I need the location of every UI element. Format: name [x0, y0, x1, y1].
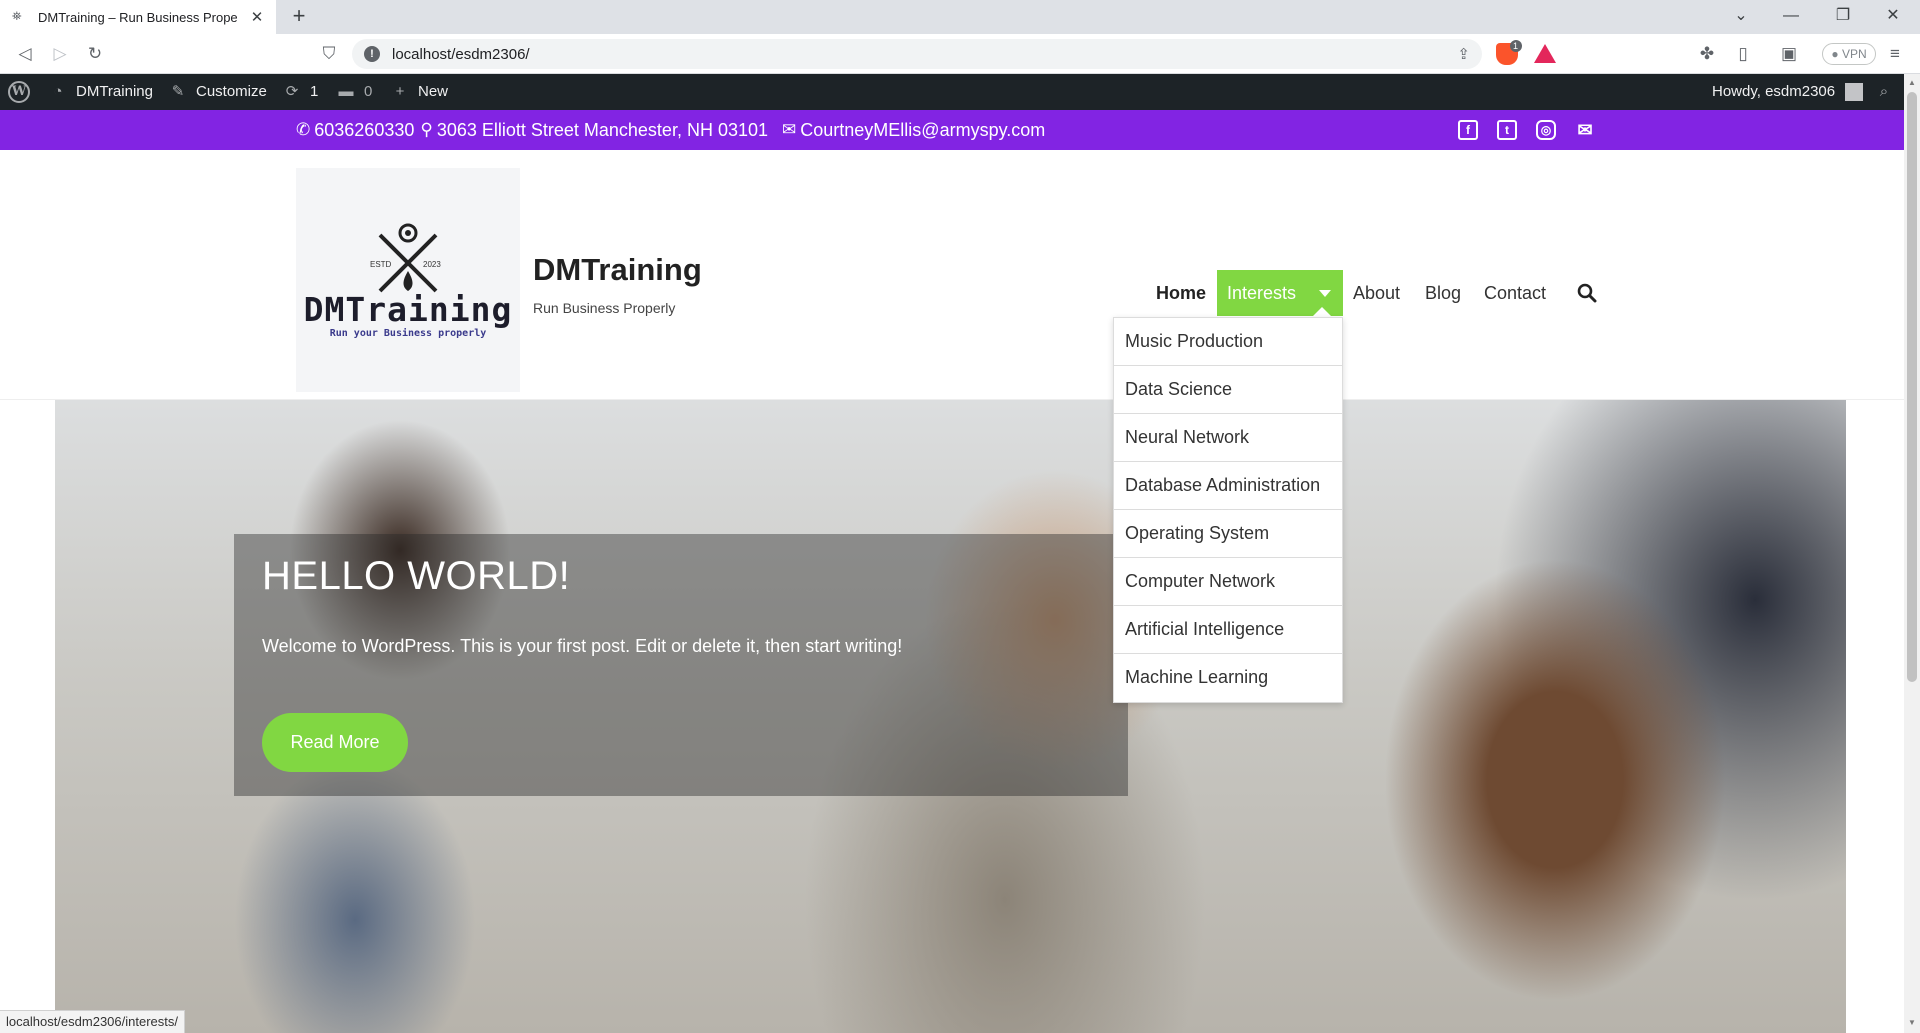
wordpress-logo-icon: W	[8, 81, 30, 103]
dropdown-item-machine-learning[interactable]: Machine Learning	[1114, 654, 1342, 702]
contact-top-bar: ✆ 6036260330 ⚲ 3063 Elliott Street Manch…	[0, 110, 1904, 150]
customize-link[interactable]: ✎ Customize	[168, 74, 267, 110]
logo-estd: ESTD	[370, 260, 392, 269]
hero-slider: HELLO WORLD! Welcome to WordPress. This …	[55, 400, 1846, 1033]
envelope-icon: ✉	[782, 120, 797, 139]
brave-rewards-icon[interactable]	[1534, 44, 1556, 63]
logo-year: 2023	[423, 260, 441, 269]
window-close-icon[interactable]: ✕	[1868, 0, 1918, 34]
minimize-icon[interactable]: —	[1766, 0, 1816, 34]
brush-icon: ✎	[171, 83, 185, 100]
howdy-greeting: Howdy, esdm2306	[1712, 83, 1836, 100]
tab-title: DMTraining – Run Business Prope	[38, 9, 238, 25]
hero-title: HELLO WORLD!	[262, 554, 571, 598]
site-title[interactable]: DMTraining	[533, 252, 702, 288]
dropdown-item-music-production[interactable]: Music Production	[1114, 318, 1342, 366]
extensions-icon[interactable]: ✤	[1694, 41, 1720, 67]
tab-search-icon[interactable]: ⌄	[1716, 0, 1766, 34]
search-icon[interactable]	[1577, 283, 1597, 303]
tab-close-icon[interactable]: ✕	[248, 8, 266, 26]
dropdown-item-neural-network[interactable]: Neural Network	[1114, 414, 1342, 462]
wallet-icon[interactable]: ▣	[1776, 41, 1802, 67]
page-scrollbar[interactable]: ▲ ▼	[1904, 74, 1920, 1033]
updates-count: 1	[310, 83, 319, 100]
customize-label: Customize	[196, 83, 267, 100]
email-address[interactable]: CourtneyMEllis@armyspy.com	[800, 120, 1045, 141]
admin-site-link[interactable]: ◔ DMTraining	[48, 74, 153, 110]
new-content-link[interactable]: + New	[390, 74, 448, 110]
address-bar[interactable]: ! localhost/esdm2306/ ⇪	[352, 39, 1482, 69]
scroll-thumb[interactable]	[1907, 92, 1917, 682]
nav-contact[interactable]: Contact	[1484, 270, 1546, 316]
plus-icon: +	[395, 83, 405, 100]
brave-shields-badge: 1	[1510, 40, 1522, 52]
phone-icon: ✆	[296, 120, 311, 139]
dropdown-item-artificial-intelligence[interactable]: Artificial Intelligence	[1114, 606, 1342, 654]
interests-dropdown: Music Production Data Science Neural Net…	[1113, 317, 1343, 703]
browser-tab[interactable]: ⛯ DMTraining – Run Business Prope ✕	[0, 0, 276, 34]
my-account-menu[interactable]: Howdy, esdm2306	[1712, 74, 1864, 110]
nav-interests-label: Interests	[1227, 283, 1297, 303]
contact-info: ✆ 6036260330 ⚲ 3063 Elliott Street Manch…	[296, 110, 1045, 150]
map-marker-icon: ⚲	[420, 120, 433, 139]
browser-toolbar: ◁ ▷ ↻ ⛉ ! localhost/esdm2306/ ⇪ 1 ✤ ▯ ▣ …	[0, 34, 1920, 74]
share-icon[interactable]: ⇪	[1457, 45, 1470, 63]
restore-icon[interactable]: ❐	[1818, 0, 1868, 34]
avatar	[1845, 83, 1864, 101]
dropdown-item-database-administration[interactable]: Database Administration	[1114, 462, 1342, 510]
scroll-up-icon[interactable]: ▲	[1907, 78, 1917, 88]
facebook-icon[interactable]: f	[1458, 120, 1478, 140]
wp-logo-menu[interactable]: W	[8, 74, 30, 110]
phone-number[interactable]: 6036260330	[314, 120, 414, 141]
nav-blog[interactable]: Blog	[1425, 270, 1461, 316]
new-tab-icon[interactable]: +	[286, 4, 312, 30]
wp-admin-bar: W ◔ DMTraining ✎ Customize ⟳ 1 ▬ 0 + New…	[0, 74, 1904, 110]
address: 3063 Elliott Street Manchester, NH 03101	[436, 119, 769, 140]
hero-text: Welcome to WordPress. This is your first…	[262, 636, 903, 656]
vpn-label: VPN	[1841, 47, 1867, 61]
updates-link[interactable]: ⟳ 1	[282, 74, 319, 110]
vpn-button[interactable]: ● VPN	[1822, 43, 1876, 65]
new-label: New	[418, 83, 449, 100]
admin-site-name: DMTraining	[76, 83, 153, 100]
back-icon[interactable]: ◁	[12, 41, 38, 67]
logo-tagline: Run your Business properly	[329, 328, 487, 339]
admin-search-icon[interactable]: ⌕	[1874, 74, 1902, 110]
magnifier-icon: ⌕	[1879, 83, 1889, 100]
logo-text: DMTraining	[303, 290, 513, 329]
site-info-icon[interactable]: !	[364, 46, 380, 62]
browser-menu-icon[interactable]: ≡	[1882, 41, 1908, 67]
comment-icon: ▬	[338, 83, 354, 100]
comments-link[interactable]: ▬ 0	[336, 74, 373, 110]
bookmark-icon[interactable]: ⛉	[316, 41, 342, 67]
read-more-button[interactable]: Read More	[262, 713, 408, 772]
updates-icon: ⟳	[285, 83, 299, 100]
reload-icon[interactable]: ↻	[82, 41, 108, 67]
url-text[interactable]: localhost/esdm2306/	[392, 46, 1457, 63]
scroll-down-icon[interactable]: ▼	[1907, 1018, 1917, 1028]
comments-count: 0	[364, 83, 373, 100]
link-status-bar: localhost/esdm2306/interests/	[0, 1010, 185, 1033]
dropdown-item-operating-system[interactable]: Operating System	[1114, 510, 1342, 558]
site-header: ESTD 2023 DMTraining Run your Business p…	[0, 150, 1904, 400]
site-logo[interactable]: ESTD 2023 DMTraining Run your Business p…	[296, 168, 520, 392]
dropdown-item-data-science[interactable]: Data Science	[1114, 366, 1342, 414]
dropdown-item-computer-network[interactable]: Computer Network	[1114, 558, 1342, 606]
nav-home[interactable]: Home	[1156, 270, 1206, 316]
browser-tab-bar: ⛯ DMTraining – Run Business Prope ✕ + ⌄ …	[0, 0, 1920, 34]
dropdown-caret-icon[interactable]	[1319, 290, 1331, 297]
nav-interests[interactable]: Interests	[1217, 270, 1343, 316]
dashboard-icon: ◔	[53, 83, 63, 100]
site-description: Run Business Properly	[533, 300, 676, 316]
forward-icon[interactable]: ▷	[47, 41, 73, 67]
instagram-icon[interactable]: ◎	[1536, 120, 1556, 140]
email-icon[interactable]: ✉	[1575, 120, 1595, 140]
sidebar-icon[interactable]: ▯	[1730, 41, 1756, 67]
twitter-icon[interactable]: t	[1497, 120, 1517, 140]
site-favicon-icon: ⛯	[12, 9, 22, 23]
nav-about[interactable]: About	[1353, 270, 1400, 316]
dropdown-notch	[1313, 307, 1331, 316]
